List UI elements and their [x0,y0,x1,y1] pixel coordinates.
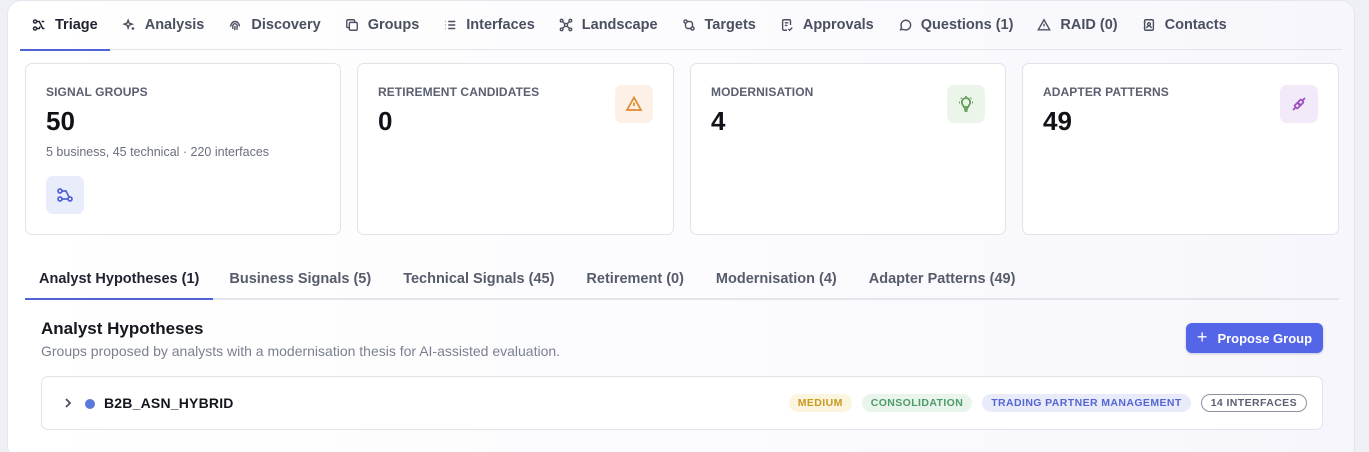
badge-group: MEDIUM CONSOLIDATION TRADING PARTNER MAN… [788,394,1307,412]
interface-count-badge: 14 INTERFACES [1200,394,1307,412]
tab-approvals[interactable]: Approvals [768,1,886,50]
triage-panel: Triage Analysis Discovery Groups Interfa… [7,0,1355,452]
card-retirement-candidates[interactable]: RETIREMENT CANDIDATES 0 [357,63,674,235]
workflow-icon [57,188,73,202]
card-modernisation[interactable]: MODERNISATION 4 [690,63,1006,235]
subtab-business-signals[interactable]: Business Signals (5) [213,261,387,298]
priority-badge: MEDIUM [788,394,852,412]
subtab-technical-signals[interactable]: Technical Signals (45) [387,261,570,298]
chevron-right-icon[interactable] [61,395,75,411]
tab-label: Questions (1) [920,17,1014,33]
propose-group-button[interactable]: + Propose Group [1186,323,1323,353]
tab-label: Triage [55,17,98,33]
tab-label: Approvals [802,17,874,33]
tab-targets[interactable]: Targets [670,1,768,50]
tab-label: Discovery [251,17,321,33]
card-icon-box [1280,85,1318,123]
tab-groups[interactable]: Groups [333,1,432,50]
card-label: RETIREMENT CANDIDATES [378,85,540,99]
hypothesis-row[interactable]: B2B_ASN_HYBRID MEDIUM CONSOLIDATION TRAD… [41,376,1323,430]
card-adapter-patterns[interactable]: ADAPTER PATTERNS 49 [1022,63,1339,235]
tab-triage[interactable]: Triage [20,1,110,51]
subtab-retirement[interactable]: Retirement (0) [570,261,700,298]
signal-subtabs: Analyst Hypotheses (1) Business Signals … [25,261,1339,300]
tab-label: Interfaces [466,17,535,33]
tab-contacts[interactable]: Contacts [1130,1,1239,50]
message-circle-icon [899,19,912,31]
network-icon [559,18,573,32]
group-name: B2B_ASN_HYBRID [104,395,234,411]
card-value: 49 [1043,106,1072,136]
card-subtext: 5 business, 45 technical · 220 interface… [46,145,270,159]
tab-label: Analysis [144,17,205,33]
tab-questions[interactable]: Questions (1) [886,1,1026,50]
sparkles-icon [121,18,134,31]
subtab-adapter-patterns[interactable]: Adapter Patterns (49) [853,261,1032,298]
section-title: Analyst Hypotheses [41,319,204,338]
tab-landscape[interactable]: Landscape [547,1,670,50]
tab-discovery[interactable]: Discovery [216,1,332,50]
domain-badge: TRADING PARTNER MANAGEMENT [982,394,1191,412]
tab-label: Contacts [1164,17,1227,33]
card-label: SIGNAL GROUPS [46,85,148,99]
copy-icon [345,19,358,31]
tab-label: Groups [367,17,420,33]
tab-label: Targets [704,17,756,33]
tab-analysis[interactable]: Analysis [110,1,217,50]
fingerprint-icon [230,20,241,31]
triage-icon [32,19,45,31]
tab-label: Landscape [581,17,658,33]
propose-group-label: Propose Group [1217,330,1313,346]
status-dot [85,399,95,409]
warning-triangle-icon [1037,18,1052,31]
warning-triangle-icon [625,95,643,111]
card-value: 50 [46,106,75,136]
plug-icon [1292,97,1306,111]
card-label: ADAPTER PATTERNS [1043,85,1169,99]
tab-interfaces[interactable]: Interfaces [431,1,547,50]
lightbulb-icon [959,96,973,112]
list-icon [445,20,456,30]
type-badge: CONSOLIDATION [861,394,973,412]
card-icon-box [615,85,653,123]
clipboard-check-icon [781,19,793,32]
section-description: Groups proposed by analysts with a moder… [41,343,561,359]
top-tab-bar: Triage Analysis Discovery Groups Interfa… [20,1,1342,51]
contacts-icon [1143,19,1154,31]
tab-label: RAID (0) [1060,17,1118,33]
plus-icon: + [1196,327,1208,347]
card-value: 0 [378,106,393,136]
subtab-modernisation[interactable]: Modernisation (4) [700,261,853,298]
target-icon [682,19,695,31]
card-value: 4 [711,106,726,136]
card-signal-groups[interactable]: SIGNAL GROUPS 50 5 business, 45 technica… [25,63,341,235]
tab-raid[interactable]: RAID (0) [1025,1,1129,50]
card-label: MODERNISATION [711,85,814,99]
subtab-analyst-hypotheses[interactable]: Analyst Hypotheses (1) [25,261,214,300]
card-icon-box [947,85,985,123]
card-icon-box [46,176,84,214]
